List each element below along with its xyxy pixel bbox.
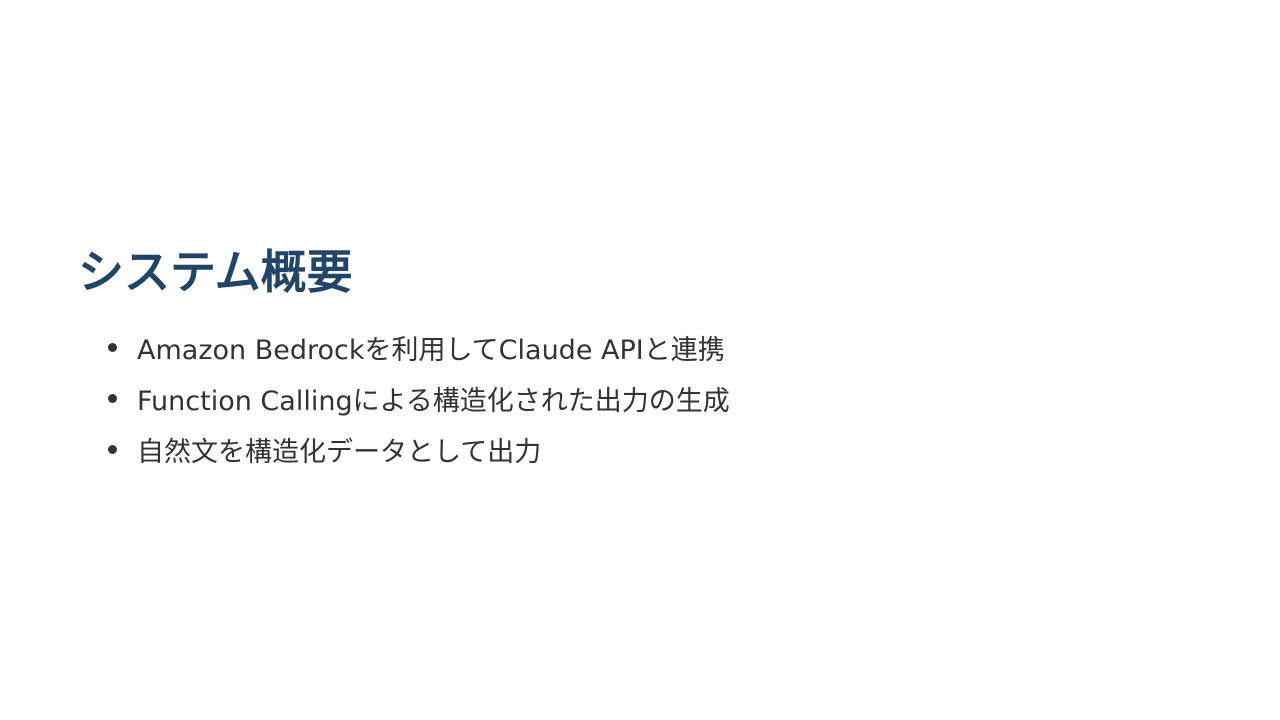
slide: システム概要 Amazon Bedrockを利用してClaude APIと連携 … [0, 0, 1280, 720]
bullet-item: Amazon Bedrockを利用してClaude APIと連携 [108, 322, 1202, 373]
bullet-item: 自然文を構造化データとして出力 [108, 424, 1202, 475]
bullet-text: 自然文を構造化データとして出力 [137, 437, 542, 469]
bullet-item: Function Callingによる構造化された出力の生成 [108, 373, 1202, 424]
bullet-dot-icon [108, 445, 117, 455]
bullet-text: Amazon Bedrockを利用してClaude APIと連携 [137, 335, 725, 367]
bullet-text: Function Callingによる構造化された出力の生成 [137, 386, 730, 418]
bullet-dot-icon [108, 343, 117, 353]
slide-title: システム概要 [78, 244, 353, 299]
bullet-list: Amazon Bedrockを利用してClaude APIと連携 Functio… [78, 322, 1202, 475]
bullet-dot-icon [108, 394, 117, 404]
